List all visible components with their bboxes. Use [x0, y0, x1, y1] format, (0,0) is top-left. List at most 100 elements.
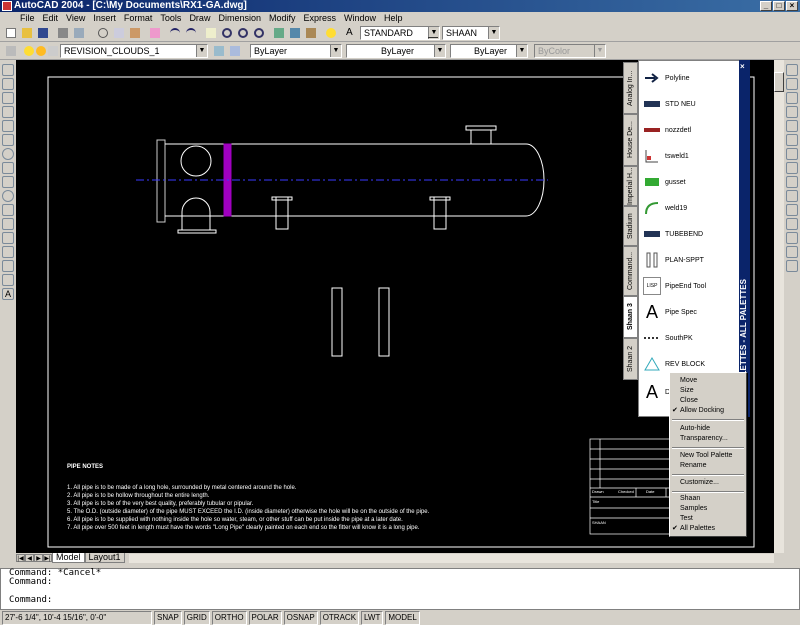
text-style-icon[interactable]: A: [344, 26, 358, 40]
chamfer-icon[interactable]: [786, 232, 798, 244]
make-block-icon[interactable]: [2, 232, 14, 244]
minimize-button[interactable]: _: [760, 1, 772, 11]
mirror-icon[interactable]: [786, 92, 798, 104]
polygon-icon[interactable]: [2, 106, 14, 118]
tab-house-de[interactable]: House De...: [623, 114, 638, 166]
preview-icon[interactable]: [72, 26, 86, 40]
close-button[interactable]: ×: [786, 1, 798, 11]
lwt-toggle[interactable]: LWT: [361, 611, 384, 625]
palette-item-pipeend-tool[interactable]: LISP PipeEnd Tool: [643, 273, 706, 299]
scale-icon[interactable]: [786, 162, 798, 174]
hatch-icon[interactable]: [2, 260, 14, 272]
ortho-toggle[interactable]: ORTHO: [211, 611, 247, 625]
chevron-down-icon[interactable]: ▼: [330, 45, 341, 57]
menu-item-shaan[interactable]: Shaan: [670, 494, 746, 504]
app-icon[interactable]: [2, 1, 12, 11]
horizontal-scrollbar[interactable]: [128, 553, 774, 563]
paste-icon[interactable]: [128, 26, 142, 40]
menu-item-test[interactable]: Test: [670, 514, 746, 524]
menu-item-auto-hide[interactable]: Auto-hide: [670, 424, 746, 434]
cut-icon[interactable]: [96, 26, 110, 40]
palette-titlebar[interactable]: × TOOL PALETTES - ALL PALETTES: [739, 60, 750, 417]
palette-item-polyline[interactable]: Polyline: [643, 65, 690, 91]
command-window[interactable]: Command: *Cancel* Command: Command:: [0, 568, 800, 610]
maximize-button[interactable]: □: [773, 1, 785, 11]
make-current-icon[interactable]: [212, 44, 226, 58]
menu-dimension[interactable]: Dimension: [214, 12, 265, 24]
menu-item-transparency[interactable]: Transparency...: [670, 434, 746, 444]
layer-select[interactable]: REVISION_CLOUDS_1 ▼: [60, 44, 208, 58]
last-tab-icon[interactable]: ▶|: [43, 554, 52, 562]
spline-icon[interactable]: [2, 176, 14, 188]
menu-modify[interactable]: Modify: [265, 12, 300, 24]
polar-toggle[interactable]: POLAR: [248, 611, 282, 625]
vertical-scrollbar[interactable]: [774, 60, 784, 553]
palette-item-std-neu[interactable]: STD NEU: [643, 91, 696, 117]
menu-help[interactable]: Help: [380, 12, 407, 24]
palette-item-tsweld1[interactable]: tsweld1: [643, 143, 689, 169]
grid-toggle[interactable]: GRID: [183, 611, 210, 625]
point-icon[interactable]: [2, 246, 14, 258]
pan-icon[interactable]: [204, 26, 218, 40]
menu-tools[interactable]: Tools: [156, 12, 185, 24]
menu-item-allow-docking[interactable]: Allow Docking: [670, 406, 746, 416]
scroll-thumb[interactable]: [774, 72, 784, 92]
menu-express[interactable]: Express: [300, 12, 341, 24]
first-tab-icon[interactable]: |◀: [16, 554, 25, 562]
lineweight-select[interactable]: ByLayer ▼: [450, 44, 528, 58]
command-prompt[interactable]: Command:: [9, 596, 799, 605]
dim-style-select[interactable]: SHAAN ▼: [442, 26, 500, 40]
array-icon[interactable]: [786, 120, 798, 132]
menu-window[interactable]: Window: [340, 12, 380, 24]
menu-edit[interactable]: Edit: [39, 12, 63, 24]
layer-previous-icon[interactable]: [228, 44, 242, 58]
palette-item-plan-sppt[interactable]: PLAN-SPPT: [643, 247, 704, 273]
match-properties-icon[interactable]: [148, 26, 162, 40]
region-icon[interactable]: [2, 274, 14, 286]
zoom-window-icon[interactable]: [236, 26, 250, 40]
tab-analog-in[interactable]: Analog In...: [623, 62, 638, 114]
tab-shaan-2[interactable]: Shaan 2: [623, 338, 638, 380]
next-tab-icon[interactable]: ▶: [34, 554, 43, 562]
multiline-text-icon[interactable]: A: [2, 288, 14, 300]
menu-draw[interactable]: Draw: [185, 12, 214, 24]
copy-icon[interactable]: [112, 26, 126, 40]
rotate-icon[interactable]: [786, 148, 798, 160]
model-toggle[interactable]: MODEL: [385, 611, 420, 625]
palette-item-d[interactable]: AD: [643, 379, 670, 405]
break-icon[interactable]: [786, 218, 798, 230]
dim-style-icon[interactable]: [426, 26, 440, 40]
palette-item-tubebend[interactable]: TUBEBEND: [643, 221, 703, 247]
menu-item-all-palettes[interactable]: All Palettes: [670, 524, 746, 534]
copy-object-icon[interactable]: [786, 78, 798, 90]
new-icon[interactable]: [4, 26, 18, 40]
erase-icon[interactable]: [786, 64, 798, 76]
prev-tab-icon[interactable]: ◀: [25, 554, 34, 562]
extend-icon[interactable]: [786, 204, 798, 216]
palette-item-pipe-spec[interactable]: A Pipe Spec: [643, 299, 697, 325]
insert-block-icon[interactable]: [2, 218, 14, 230]
rectangle-icon[interactable]: [2, 120, 14, 132]
chevron-down-icon[interactable]: ▼: [516, 45, 527, 57]
color-select[interactable]: ByLayer ▼: [250, 44, 342, 58]
menu-insert[interactable]: Insert: [89, 12, 120, 24]
menu-item-size[interactable]: Size: [670, 386, 746, 396]
palette-item-weld19[interactable]: weld19: [643, 195, 687, 221]
circle-icon[interactable]: [2, 148, 14, 160]
tab-layout1[interactable]: Layout1: [84, 553, 125, 563]
designcenter-icon[interactable]: [288, 26, 302, 40]
linetype-select[interactable]: ByLayer ▼: [346, 44, 446, 58]
menu-item-close[interactable]: Close: [670, 396, 746, 406]
offset-icon[interactable]: [786, 106, 798, 118]
tab-stadium[interactable]: Stadium: [623, 206, 638, 246]
menu-item-move[interactable]: Move: [670, 376, 746, 386]
layer-manager-icon[interactable]: [4, 44, 18, 58]
revcloud-icon[interactable]: [2, 162, 14, 174]
palette-item-gusset[interactable]: gusset: [643, 169, 686, 195]
tool-palettes-icon[interactable]: [304, 26, 318, 40]
plot-icon[interactable]: [56, 26, 70, 40]
menu-item-customize[interactable]: Customize...: [670, 478, 746, 488]
tab-model[interactable]: Model: [52, 553, 85, 563]
redo-icon[interactable]: [184, 26, 198, 40]
menu-item-new-tool-palette[interactable]: New Tool Palette: [670, 451, 746, 461]
